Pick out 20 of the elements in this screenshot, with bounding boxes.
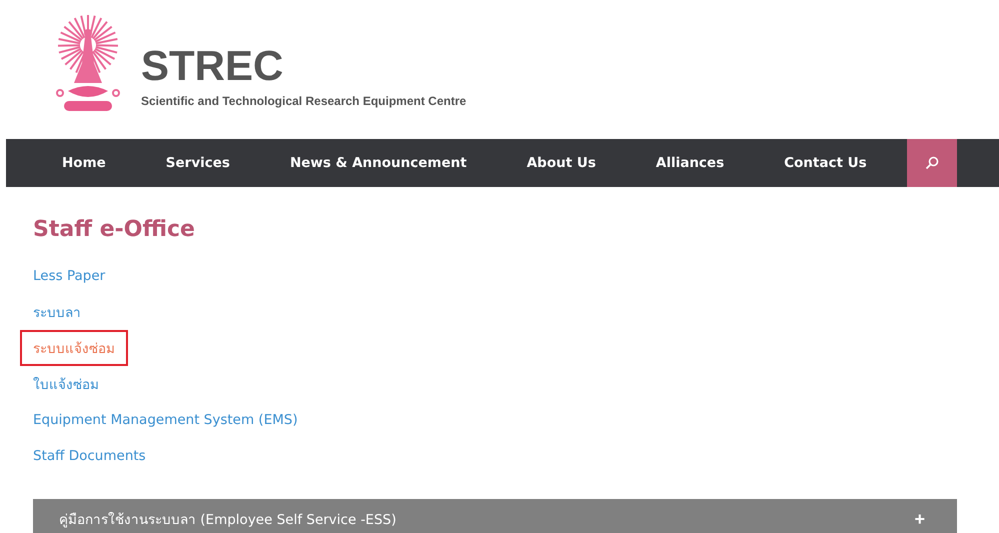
page-link[interactable]: Less Paper bbox=[33, 258, 106, 294]
brand-subtitle: Scientific and Technological Research Equipment Centre bbox=[141, 94, 466, 108]
page-link[interactable]: Equipment Management System (EMS) bbox=[33, 402, 298, 438]
search-icon bbox=[925, 156, 939, 170]
brand-name: STREC bbox=[141, 46, 284, 86]
search-button[interactable] bbox=[907, 139, 957, 187]
accordion-title: คู่มือการใช้งานระบบลา (Employee Self Service -ESS) bbox=[59, 511, 396, 530]
nav-link[interactable]: Contact Us bbox=[784, 139, 867, 187]
page-title: Staff e-Office bbox=[33, 217, 196, 242]
page-link[interactable]: Staff Documents bbox=[33, 438, 146, 474]
nav-link[interactable]: Services bbox=[166, 139, 230, 187]
expand-toggle[interactable]: + bbox=[908, 508, 931, 530]
nav-link[interactable]: Home bbox=[62, 139, 106, 187]
page-link[interactable]: ระบบแจ้งซ่อม bbox=[22, 332, 126, 364]
nav-link[interactable]: About Us bbox=[526, 139, 596, 187]
page-link[interactable]: ระบบลา bbox=[33, 294, 81, 330]
nav-link[interactable]: News & Announcement bbox=[290, 139, 467, 187]
accordion-header[interactable]: คู่มือการใช้งานระบบลา (Employee Self Service -ESS) + bbox=[33, 499, 957, 533]
nav-link[interactable]: Alliances bbox=[656, 139, 724, 187]
page-link[interactable]: ใบแจ้งซ่อม bbox=[33, 366, 99, 402]
